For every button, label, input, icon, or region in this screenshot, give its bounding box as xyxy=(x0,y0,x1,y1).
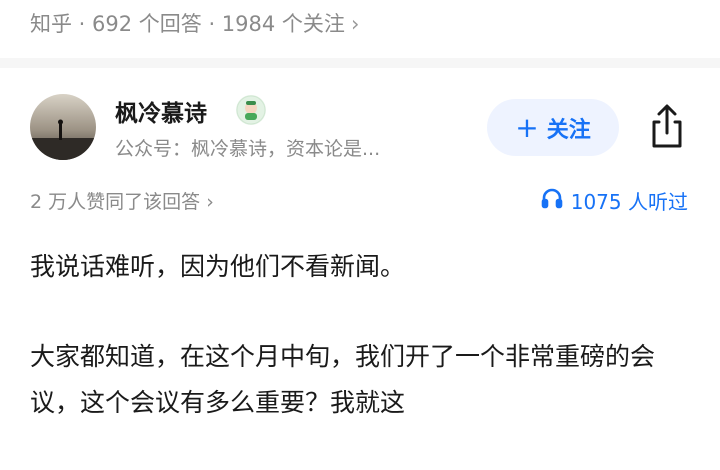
breadcrumb[interactable]: 知乎 · 692 个回答 · 1984 个关注 › xyxy=(30,8,359,38)
paragraph: 我说话难听，因为他们不看新闻。 xyxy=(30,252,406,281)
listen-count[interactable]: 1075 人听过 xyxy=(541,186,688,215)
follow-button[interactable]: + 关注 xyxy=(487,99,619,156)
plus-icon: + xyxy=(515,110,539,144)
upvote-text: 2 万人赞同了该回答 xyxy=(30,191,201,213)
paragraph: 大家都知道，在这个月中旬，我们开了一个非常重磅的会议，这个会议有多么重要？我就这 xyxy=(30,342,656,417)
listen-text: 1075 人听过 xyxy=(570,190,688,214)
share-icon[interactable] xyxy=(646,103,688,151)
chevron-right-icon: › xyxy=(350,12,360,36)
question-meta-bar[interactable]: 知乎 · 692 个回答 · 1984 个关注 › xyxy=(0,0,720,44)
headphones-icon xyxy=(541,187,563,214)
breadcrumb-text: 知乎 · 692 个回答 · 1984 个关注 xyxy=(30,12,345,36)
author-name[interactable]: 枫冷慕诗 xyxy=(115,94,207,128)
follow-button-label: 关注 xyxy=(546,117,591,143)
chevron-right-icon: › xyxy=(206,191,214,213)
answer-content: 我说话难听，因为他们不看新闻。 大家都知道，在这个月中旬，我们开了一个非常重磅的… xyxy=(30,244,694,470)
section-divider xyxy=(0,58,720,68)
creator-badge-icon xyxy=(236,95,266,125)
upvote-summary[interactable]: 2 万人赞同了该回答 › xyxy=(30,187,214,214)
avatar[interactable] xyxy=(30,94,96,160)
author-headline: 公众号：枫冷慕诗，资本论是... xyxy=(115,138,381,160)
